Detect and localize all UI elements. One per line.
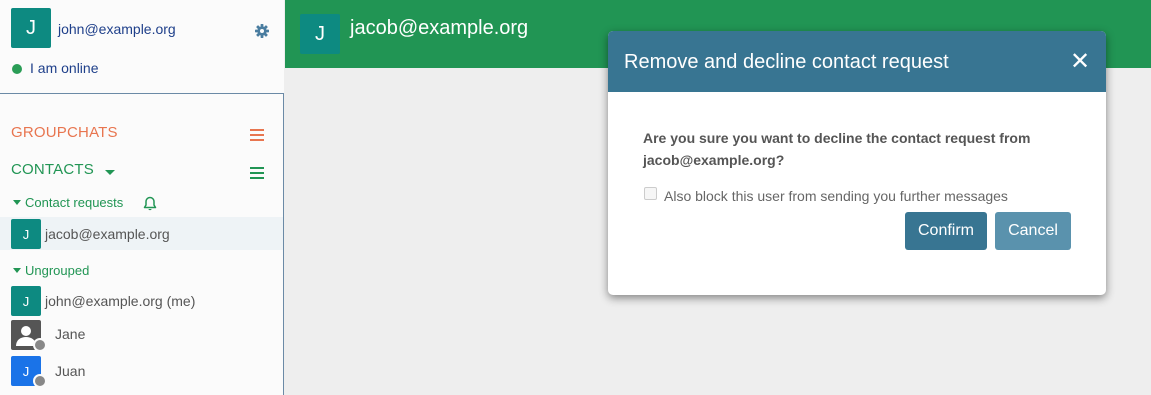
contact-avatar: J (11, 286, 41, 316)
block-user-label[interactable]: Also block this user from sending you fu… (664, 188, 1008, 204)
contact-requests-group-toggle[interactable]: Contact requests (13, 195, 123, 210)
modal-header: Remove and decline contact request ✕ (608, 31, 1106, 92)
cancel-button[interactable]: Cancel (995, 212, 1071, 250)
close-icon[interactable]: ✕ (1070, 47, 1090, 76)
sidebar: J john@example.org I am online GROUPCHAT… (0, 0, 284, 395)
groupchats-menu-icon[interactable] (250, 129, 264, 141)
online-status-icon (12, 64, 22, 74)
contact-avatar: J (11, 219, 41, 249)
gear-icon[interactable] (254, 23, 270, 39)
contact-item-juan[interactable]: J Juan (0, 354, 283, 388)
contact-item-self[interactable]: J john@example.org (me) (0, 284, 283, 317)
groupchats-heading[interactable]: GROUPCHATS (11, 124, 118, 141)
profile-avatar[interactable]: J (11, 8, 51, 48)
contact-request-item[interactable]: J jacob@example.org (0, 217, 283, 250)
contact-name: Juan (55, 363, 86, 379)
confirm-button[interactable]: Confirm (905, 212, 987, 250)
ungrouped-group-toggle[interactable]: Ungrouped (13, 263, 89, 278)
contact-name: john@example.org (me) (45, 293, 196, 309)
ungrouped-label: Ungrouped (25, 263, 90, 278)
offline-status-icon (33, 374, 47, 388)
profile-jid[interactable]: john@example.org (58, 21, 176, 37)
contact-name: jacob@example.org (45, 226, 170, 242)
contacts-menu-icon[interactable] (250, 167, 264, 179)
contact-requests-label: Contact requests (25, 195, 124, 210)
block-user-checkbox[interactable] (644, 187, 657, 200)
user-profile: J john@example.org I am online (0, 0, 284, 94)
contacts-heading[interactable]: CONTACTS (11, 161, 94, 178)
modal-question: Are you sure you want to decline the con… (643, 130, 1031, 168)
caret-down-icon (13, 268, 21, 273)
offline-status-icon (33, 338, 47, 352)
status-message[interactable]: I am online (30, 60, 98, 76)
caret-down-icon (13, 200, 21, 205)
modal-title: Remove and decline contact request (624, 51, 949, 73)
chat-title: jacob@example.org (350, 17, 529, 39)
chat-avatar: J (300, 14, 340, 54)
contact-name: Jane (55, 326, 86, 342)
contacts-caret-down-icon[interactable] (105, 170, 115, 175)
decline-request-modal: Remove and decline contact request ✕ Are… (608, 31, 1106, 295)
contact-item-jane[interactable]: Jane (0, 318, 283, 352)
bell-icon (143, 196, 157, 211)
